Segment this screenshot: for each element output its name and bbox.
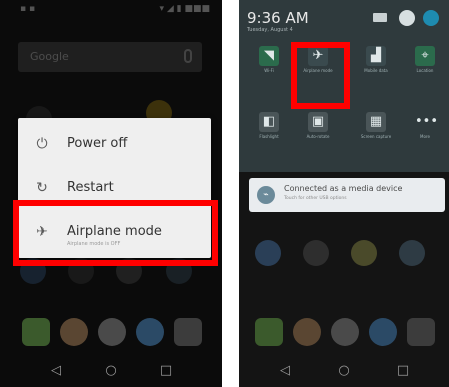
flashlight-tile[interactable]: ◧ Flashlight	[247, 108, 291, 166]
app-icon[interactable]	[399, 240, 425, 266]
user-avatar-icon[interactable]	[423, 10, 439, 26]
home-button[interactable]: ○	[103, 363, 119, 378]
settings-gear-icon[interactable]	[399, 10, 415, 26]
tile-label: Screen capture	[360, 134, 392, 139]
camera-app-icon[interactable]	[407, 318, 435, 346]
screenshot-icon: ▦	[366, 112, 386, 132]
navigation-bar: ◁ ○ □	[239, 357, 449, 387]
tile-label: Mobile data	[364, 68, 388, 73]
tile-label: Wi-Fi	[264, 68, 274, 73]
restart-label: Restart	[67, 180, 114, 195]
app-icon[interactable]	[303, 240, 329, 266]
back-button[interactable]: ◁	[277, 363, 293, 378]
browser-app-icon[interactable]	[136, 318, 164, 346]
power-icon: ⏻	[36, 136, 48, 152]
restart-icon: ↻	[36, 180, 48, 196]
more-icon: •••	[415, 114, 439, 129]
app-icon[interactable]	[351, 240, 377, 266]
battery-icon	[373, 13, 387, 22]
auto-rotate-tile[interactable]: ▣ Auto-rotate	[296, 108, 340, 166]
wifi-tile[interactable]: ◥ Wi-Fi	[247, 42, 291, 100]
recents-button[interactable]: □	[395, 363, 411, 378]
camera-app-icon[interactable]	[174, 318, 202, 346]
contacts-app-icon[interactable]	[293, 318, 321, 346]
phone-app-icon[interactable]	[255, 318, 283, 346]
app-drawer-icon[interactable]	[331, 318, 359, 346]
recents-button[interactable]: □	[158, 363, 174, 378]
tile-label: Auto-rotate	[306, 134, 330, 139]
clock: 9:36 AM	[247, 9, 309, 27]
location-tile[interactable]: ⌖ Location	[403, 42, 447, 100]
usb-icon: ⌁	[257, 186, 275, 204]
signal-icon: ▟	[366, 46, 386, 66]
more-tile[interactable]: ••• More	[403, 108, 447, 166]
header-icons	[373, 10, 441, 30]
app-drawer-icon[interactable]	[98, 318, 126, 346]
power-off-label: Power off	[67, 136, 128, 151]
location-icon: ⌖	[415, 46, 435, 66]
wifi-icon: ◥	[259, 46, 279, 66]
left-phone-screen: ▪ ▪ ▾ ◢ ▮ ■■■ Google ⏻ Power off ↻ Resta…	[0, 0, 222, 387]
date: Tuesday, August 4	[247, 27, 293, 33]
power-off-option[interactable]: ⏻ Power off	[18, 122, 211, 166]
highlight-box-airplane-tile	[291, 42, 350, 109]
tile-label: Location	[416, 68, 434, 73]
back-button[interactable]: ◁	[48, 363, 64, 378]
tile-label: Flashlight	[259, 134, 279, 139]
mobile-data-tile[interactable]: ▟ Mobile data	[354, 42, 398, 100]
notification-subtitle: Touch for other USB options	[284, 196, 347, 201]
screen-capture-tile[interactable]: ▦ Screen capture	[354, 108, 398, 166]
highlight-box-airplane-mode	[13, 200, 218, 266]
rotate-icon: ▣	[308, 112, 328, 132]
phone-app-icon[interactable]	[22, 318, 50, 346]
right-phone-screen: 9:36 AM Tuesday, August 4 ◥ Wi-Fi ✈ Airp…	[239, 0, 449, 387]
home-button[interactable]: ○	[336, 363, 352, 378]
notification-title: Connected as a media device	[284, 184, 403, 193]
navigation-bar: ◁ ○ □	[0, 357, 222, 387]
browser-app-icon[interactable]	[369, 318, 397, 346]
tile-label: More	[420, 134, 430, 139]
app-icon[interactable]	[255, 240, 281, 266]
usb-notification[interactable]: ⌁ Connected as a media device Touch for …	[249, 178, 445, 212]
flashlight-icon: ◧	[259, 112, 279, 132]
contacts-app-icon[interactable]	[60, 318, 88, 346]
